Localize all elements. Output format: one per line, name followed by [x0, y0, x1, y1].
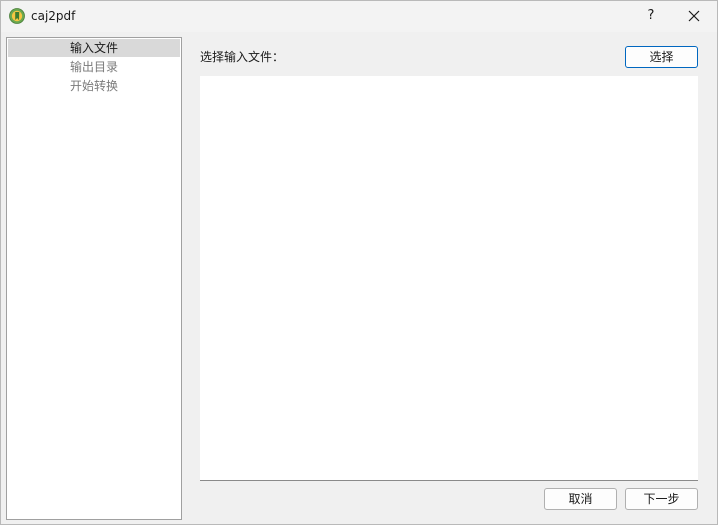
- input-file-list[interactable]: [200, 76, 698, 480]
- window-title: caj2pdf: [31, 9, 76, 23]
- select-input-file-label: 选择输入文件：: [200, 50, 285, 64]
- title-bar: caj2pdf ?: [1, 1, 717, 32]
- close-button[interactable]: [673, 2, 715, 30]
- select-file-button[interactable]: 选择: [625, 46, 698, 68]
- sidebar-item-start-conversion[interactable]: 开始转换: [8, 77, 180, 95]
- close-icon: [688, 10, 700, 22]
- dialog-window: caj2pdf ? 输入文件 输出目录 开始转换 选择输入文件： 选择 取消 下…: [0, 0, 718, 525]
- sidebar-item-input-file[interactable]: 输入文件: [8, 39, 180, 57]
- step-sidebar: 输入文件 输出目录 开始转换: [6, 37, 182, 520]
- footer-divider: [200, 480, 698, 481]
- sidebar-item-output-directory[interactable]: 输出目录: [8, 58, 180, 76]
- app-logo-icon: [9, 8, 25, 24]
- next-step-button[interactable]: 下一步: [625, 488, 698, 510]
- cancel-button[interactable]: 取消: [544, 488, 617, 510]
- help-button[interactable]: ?: [631, 2, 671, 30]
